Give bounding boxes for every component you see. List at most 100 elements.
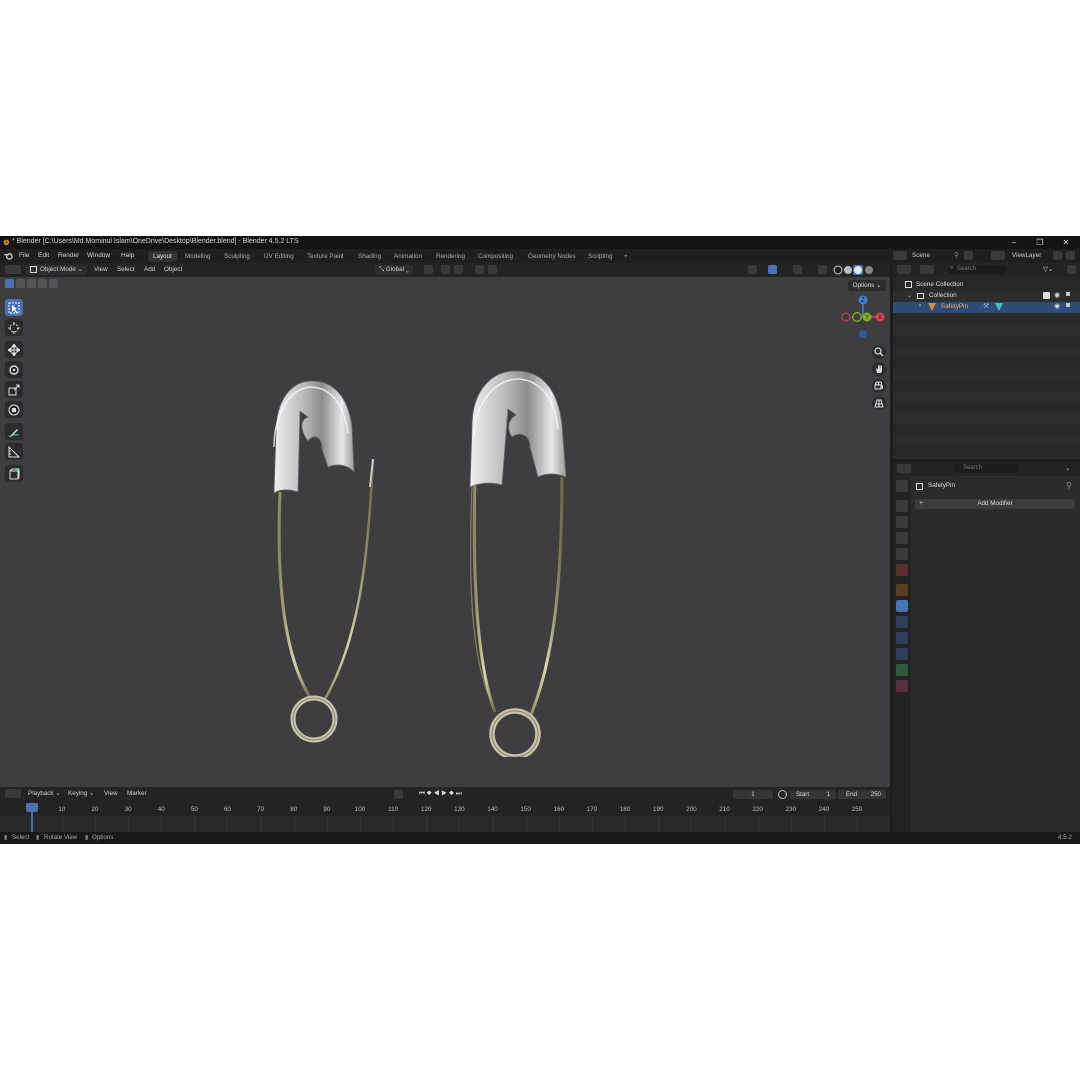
zoom-view-button[interactable] <box>872 345 886 359</box>
editor-type-icon[interactable] <box>5 265 21 274</box>
cursor-tool[interactable] <box>5 319 23 336</box>
wireframe-shading-icon[interactable] <box>833 265 843 275</box>
minimize-button[interactable]: – <box>1004 237 1024 248</box>
rendered-shading-icon[interactable] <box>865 266 873 274</box>
tab-modeling[interactable]: Modeling <box>180 251 216 262</box>
outliner[interactable]: Search ⌕ ▽⌄ Scene Collection ⌄ Collectio… <box>893 263 1080 459</box>
pivot-icon[interactable] <box>424 265 433 274</box>
select-subtract-icon[interactable] <box>27 279 36 288</box>
overlay-toggle-icon[interactable] <box>793 265 802 274</box>
snap-icon[interactable] <box>441 265 450 274</box>
tab-texture-paint[interactable]: Texture Paint <box>302 251 349 262</box>
constraints-tab-icon[interactable] <box>896 648 908 660</box>
select-new-icon[interactable] <box>5 279 14 288</box>
pin-icon[interactable]: ⚲ <box>1066 481 1072 490</box>
menu-render[interactable]: Render <box>58 252 79 259</box>
transform-tool[interactable] <box>5 401 23 418</box>
properties-search-input[interactable]: Search <box>953 464 1019 473</box>
select-box-tool[interactable] <box>5 299 23 316</box>
collection-disclosure-icon[interactable]: ⌄ <box>907 292 912 299</box>
world-tab-icon[interactable] <box>896 564 908 576</box>
tab-rendering[interactable]: Rendering <box>431 251 470 262</box>
outliner-editor-type-icon[interactable] <box>897 265 911 274</box>
particles-tab-icon[interactable] <box>896 616 908 628</box>
measure-tool[interactable] <box>5 443 23 460</box>
select-extend-icon[interactable] <box>16 279 25 288</box>
menu-edit[interactable]: Edit <box>38 252 49 259</box>
viewport-menu-object[interactable]: Object <box>164 265 182 275</box>
outliner-search-input[interactable]: Search <box>947 265 1007 274</box>
modifier-tab-icon[interactable] <box>896 600 908 612</box>
collection-render-camera-icon[interactable]: ◙ <box>1066 291 1070 298</box>
annotate-tool[interactable] <box>5 423 23 440</box>
xray-toggle-icon[interactable] <box>818 265 827 274</box>
playhead-marker[interactable] <box>26 803 38 812</box>
select-intersect-icon[interactable] <box>49 279 58 288</box>
timeline-ruler[interactable]: 10 20 30 40 50 60 70 80 90 100 110 120 130 140 150 160 1… <box>0 787 890 832</box>
navigation-gizmo[interactable] <box>838 533 890 581</box>
tool-tab-icon[interactable] <box>896 480 908 492</box>
perspective-toggle-button[interactable] <box>872 396 886 410</box>
tab-sculpting[interactable]: Sculpting <box>219 251 255 262</box>
viewlayer-name[interactable]: ViewLayer <box>1012 251 1041 261</box>
pin-scene-icon[interactable]: ⚲ <box>954 251 959 261</box>
tab-animation[interactable]: Animation <box>389 251 427 262</box>
viewport-menu-add[interactable]: Add <box>144 265 155 275</box>
viewlayer-icon[interactable] <box>991 251 1005 260</box>
output-tab-icon[interactable] <box>896 516 908 528</box>
render-tab-icon[interactable] <box>896 500 908 512</box>
proportional-edit-icon[interactable] <box>475 265 484 274</box>
tab-shading[interactable]: Shading <box>353 251 386 262</box>
tab-compositing[interactable]: Compositing <box>473 251 518 262</box>
safety-pin-open[interactable] <box>273 380 375 743</box>
solid-shading-icon[interactable] <box>844 266 852 274</box>
scene-tab-icon[interactable] <box>896 548 908 560</box>
outliner-row-scene-collection[interactable]: Scene Collection <box>893 280 1080 291</box>
new-scene-icon[interactable] <box>964 251 973 260</box>
orientation-dropdown[interactable]: ⤡ Global ⌄ <box>375 265 413 275</box>
scene-name[interactable]: Scene <box>912 251 930 261</box>
filter-icon[interactable]: ▽⌄ <box>1043 265 1053 275</box>
material-preview-shading-icon[interactable] <box>854 266 862 274</box>
material-tab-icon[interactable] <box>896 680 908 692</box>
data-tab-icon[interactable] <box>896 664 908 676</box>
add-workspace-button[interactable]: + <box>619 251 633 262</box>
properties-options-chevron-icon[interactable]: ⌄ <box>1065 464 1070 474</box>
viewport-menu-select[interactable]: Select <box>117 265 135 275</box>
tab-geometry-nodes[interactable]: Geometry Nodes <box>523 251 581 262</box>
tab-layout[interactable]: Layout <box>148 251 177 262</box>
blender-menu-icon[interactable] <box>4 252 13 260</box>
snap-target-icon[interactable] <box>454 265 463 274</box>
close-button[interactable]: ✕ <box>1056 237 1076 248</box>
object-tab-icon[interactable] <box>896 584 908 596</box>
properties-editor-type-icon[interactable] <box>897 464 911 473</box>
menu-window[interactable]: Window <box>87 252 110 259</box>
tab-scripting[interactable]: Scripting <box>583 251 618 262</box>
outliner-row-safetypin[interactable]: › SafetyPin ⚒ ◉ ◙ <box>893 302 1080 313</box>
remove-viewlayer-icon[interactable] <box>1066 251 1075 260</box>
select-invert-icon[interactable] <box>38 279 47 288</box>
collection-visibility-eye-icon[interactable]: ◉ <box>1054 291 1060 299</box>
visibility-icon[interactable] <box>748 265 757 274</box>
safety-pin-closed[interactable] <box>469 370 567 757</box>
pan-view-button[interactable] <box>872 362 886 376</box>
tab-uv-editing[interactable]: UV Editing <box>259 251 299 262</box>
falloff-icon[interactable] <box>488 265 497 274</box>
gizmo-toggle-icon[interactable] <box>768 265 777 274</box>
menu-help[interactable]: Help <box>121 252 134 259</box>
scale-tool[interactable] <box>5 381 23 398</box>
viewport-menu-view[interactable]: View <box>94 265 108 275</box>
new-viewlayer-icon[interactable] <box>1053 251 1062 260</box>
camera-view-button[interactable] <box>872 379 886 393</box>
axis-gizmo[interactable]: Z X Y <box>836 291 888 341</box>
add-modifier-button[interactable]: + Add Modifier <box>915 499 1075 509</box>
new-collection-icon[interactable] <box>1067 265 1076 274</box>
object-render-camera-icon[interactable]: ◙ <box>1066 302 1070 309</box>
3d-viewport[interactable]: Options ⌄ Z X Y <box>0 277 890 787</box>
scene-icon[interactable] <box>893 251 907 260</box>
options-dropdown[interactable]: Options ⌄ <box>848 280 886 291</box>
rotate-tool[interactable] <box>5 361 23 378</box>
object-disclosure-icon[interactable]: › <box>919 303 921 309</box>
object-visibility-eye-icon[interactable]: ◉ <box>1054 302 1060 310</box>
collection-checkbox[interactable] <box>1043 292 1050 299</box>
